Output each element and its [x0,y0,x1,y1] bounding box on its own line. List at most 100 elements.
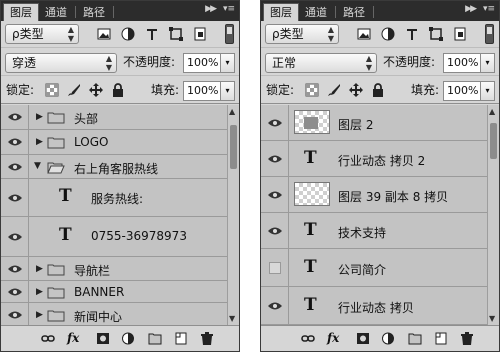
layer-row[interactable]: ▶ LOGO [1,130,227,155]
image-filter-icon[interactable] [97,27,111,41]
shape-filter-icon[interactable] [169,27,183,41]
scrollbar-thumb[interactable] [230,125,237,169]
adjustment-filter-icon[interactable] [381,27,395,41]
smart-object-filter-icon[interactable] [453,27,467,41]
fill-input[interactable]: 100% [183,81,221,101]
image-filter-icon[interactable] [357,27,371,41]
fill-dropdown-button[interactable]: ▾ [481,81,495,101]
scroll-down-icon[interactable]: ▼ [229,314,235,323]
layer-row[interactable]: T 技术支持 [261,213,487,249]
new-group-icon[interactable] [148,332,162,345]
panel-menu-icon[interactable]: ▾≡ [483,4,495,14]
shape-filter-icon[interactable] [429,27,443,41]
lock-transparent-icon[interactable] [305,83,319,97]
scroll-down-icon[interactable]: ▼ [489,314,495,323]
add-mask-icon[interactable] [356,332,370,345]
type-filter-icon[interactable] [405,27,419,41]
new-group-icon[interactable] [408,332,422,345]
visibility-toggle[interactable] [1,130,29,154]
layer-row[interactable]: T 行业动态 拷贝 [261,287,487,325]
tab-paths[interactable]: 路径 [77,4,111,21]
adjustment-filter-icon[interactable] [121,27,135,41]
tab-channels[interactable]: 通道 [299,4,333,21]
opacity-input[interactable]: 100% [443,53,481,73]
tab-layers[interactable]: 图层 [3,3,39,21]
layer-row[interactable]: T 公司简介 [261,249,487,287]
visibility-toggle[interactable] [1,281,29,302]
scroll-up-icon[interactable]: ▲ [489,107,495,116]
disclosure-closed-icon[interactable]: ▶ [36,112,43,122]
adjustment-layer-icon[interactable] [122,332,136,345]
opacity-dropdown-button[interactable]: ▾ [221,53,235,73]
visibility-toggle[interactable] [1,303,29,325]
eye-icon [8,233,22,240]
disclosure-closed-icon[interactable]: ▶ [36,264,43,274]
fx-icon[interactable]: fx [327,332,343,345]
visibility-toggle[interactable] [261,249,289,286]
link-layers-icon[interactable] [41,332,55,345]
filter-toggle[interactable] [225,24,234,44]
layer-row[interactable]: ▶ BANNER [1,281,227,303]
disclosure-open-icon[interactable]: ▼ [34,161,41,171]
layer-row[interactable]: 图层 2 [261,105,487,141]
adjustment-layer-icon[interactable] [382,332,396,345]
tab-layers[interactable]: 图层 [263,3,299,21]
visibility-toggle[interactable] [261,177,289,212]
visibility-toggle[interactable] [1,155,29,178]
layer-row[interactable]: ▶ 新闻中心 [1,303,227,325]
opacity-dropdown-button[interactable]: ▾ [481,53,495,73]
lock-pixels-icon[interactable] [327,83,341,97]
disclosure-closed-icon[interactable]: ▶ [36,287,43,297]
layer-row[interactable]: ▶ 头部 [1,105,227,130]
visibility-toggle[interactable] [1,257,29,280]
visibility-toggle[interactable] [261,105,289,140]
visibility-toggle[interactable] [1,179,29,216]
panel-menu-icon[interactable]: ▾≡ [223,4,235,14]
new-layer-icon[interactable] [174,332,188,345]
layer-row[interactable]: ▼ 右上角客服热线 [1,155,227,179]
layer-row[interactable]: T 0755-36978973 [1,217,227,257]
tab-channels[interactable]: 通道 [39,4,73,21]
lock-all-icon[interactable] [111,83,125,97]
fill-dropdown-button[interactable]: ▾ [221,81,235,101]
delete-layer-icon[interactable] [460,332,474,345]
blend-mode-select[interactable]: 正常 ▲ ▼ [265,53,377,73]
visibility-toggle[interactable] [261,287,289,324]
lock-position-icon[interactable] [349,83,363,97]
link-layers-icon[interactable] [301,332,315,345]
eye-icon [268,119,282,126]
fx-icon[interactable]: fx [67,332,83,345]
filter-type-select[interactable]: ρ类型 ▲ ▼ [5,24,79,44]
visibility-toggle[interactable] [1,217,29,256]
collapse-panel-icon[interactable]: ▶▶ [205,4,217,14]
layer-row[interactable]: T 服务热线: [1,179,227,217]
visibility-toggle[interactable] [261,213,289,248]
blend-mode-select[interactable]: 穿透 ▲ ▼ [5,53,117,73]
disclosure-closed-icon[interactable]: ▶ [36,310,43,320]
lock-position-icon[interactable] [89,83,103,97]
layer-row[interactable]: T 行业动态 拷贝 2 [261,141,487,177]
filter-toggle[interactable] [485,24,494,44]
scrollbar-thumb[interactable] [490,123,497,159]
scroll-up-icon[interactable]: ▲ [229,107,235,116]
type-filter-icon[interactable] [145,27,159,41]
delete-layer-icon[interactable] [200,332,214,345]
visibility-toggle[interactable] [261,141,289,176]
opacity-input[interactable]: 100% [183,53,221,73]
lock-pixels-icon[interactable] [67,83,81,97]
filter-type-select[interactable]: ρ类型 ▲ ▼ [265,24,339,44]
layers-scrollbar[interactable]: ▲ ▼ [227,105,239,325]
lock-transparent-icon[interactable] [45,83,59,97]
layer-row[interactable]: ▶ 导航栏 [1,257,227,281]
visibility-toggle[interactable] [1,105,29,129]
fill-input[interactable]: 100% [443,81,481,101]
add-mask-icon[interactable] [96,332,110,345]
smart-object-filter-icon[interactable] [193,27,207,41]
new-layer-icon[interactable] [434,332,448,345]
disclosure-closed-icon[interactable]: ▶ [36,137,43,147]
layer-row[interactable]: 图层 39 副本 8 拷贝 [261,177,487,213]
collapse-panel-icon[interactable]: ▶▶ [465,4,477,14]
tab-paths[interactable]: 路径 [337,4,371,21]
lock-all-icon[interactable] [371,83,385,97]
layers-scrollbar[interactable]: ▲ ▼ [487,105,499,325]
